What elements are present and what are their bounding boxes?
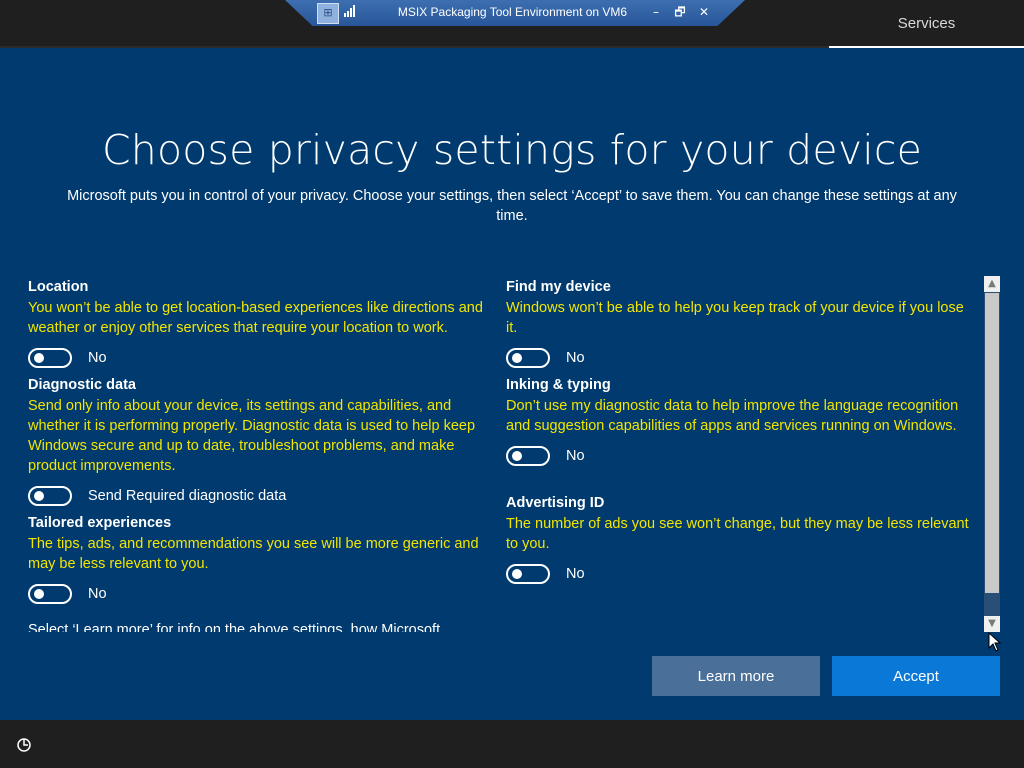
diagnostic-data-toggle[interactable] [28,486,72,506]
toggle-label: No [566,566,585,582]
learn-more-info-text: Select ‘Learn more’ for info on the abov… [28,622,441,632]
toggle-label: No [88,350,107,366]
tailored-experiences-toggle[interactable] [28,584,72,604]
inking-typing-toggle[interactable] [506,446,550,466]
find-my-device-toggle[interactable] [506,348,550,368]
setting-description: The number of ads you see won’t change, … [506,516,969,552]
scrollbar-thumb[interactable] [985,293,999,593]
advertising-id-toggle[interactable] [506,564,550,584]
setting-tailored-experiences: Tailored experiences The tips, ads, and … [28,512,498,608]
close-button[interactable]: ✕ [695,3,713,21]
toggle-label: No [88,586,107,602]
settings-panel: Location You won’t be able to get locati… [28,276,984,632]
setting-diagnostic-data: Diagnostic data Send only info about you… [28,374,498,510]
setting-title: Inking & typing [506,377,611,393]
setting-advertising-id: Advertising ID The number of ads you see… [506,492,976,588]
services-tab[interactable]: Services [829,0,1024,48]
setting-title: Tailored experiences [28,515,172,531]
setting-title: Advertising ID [506,495,605,511]
setting-description: Send only info about your device, its se… [28,398,476,474]
pin-icon[interactable]: ⊞ [317,3,339,24]
mouse-cursor-icon [988,632,1002,652]
toggle-label: No [566,448,585,464]
settings-column-right: Find my device Windows won’t be able to … [506,276,976,588]
learn-more-button[interactable]: Learn more [652,656,820,696]
settings-column-left: Location You won’t be able to get locati… [28,276,498,608]
setting-find-my-device: Find my device Windows won’t be able to … [506,276,976,372]
toggle-label: Send Required diagnostic data [88,488,287,504]
setting-title: Find my device [506,279,611,295]
accept-button[interactable]: Accept [832,656,1000,696]
setting-title: Location [28,279,89,295]
ease-of-access-icon[interactable] [15,736,33,754]
settings-scrollbar[interactable]: ▲ ▼ [984,276,1000,632]
minimize-button[interactable]: – [647,3,665,21]
bottom-bar [0,720,1024,768]
setting-description: The tips, ads, and recommendations you s… [28,536,479,572]
scroll-down-icon[interactable]: ▼ [984,616,1000,632]
setting-description: You won’t be able to get location-based … [28,300,483,336]
setting-location: Location You won’t be able to get locati… [28,276,498,372]
vm-connection-bar: ⊞ MSIX Packaging Tool Environment on VM6… [285,0,745,26]
vm-title: MSIX Packaging Tool Environment on VM6 [397,5,628,19]
setting-inking-typing: Inking & typing Don’t use my diagnostic … [506,374,976,470]
restore-button[interactable]: 🗗 [671,3,689,21]
page-title: Choose privacy settings for your device [101,126,923,174]
scroll-up-icon[interactable]: ▲ [984,276,1000,292]
location-toggle[interactable] [28,348,72,368]
setting-title: Diagnostic data [28,377,136,393]
toggle-label: No [566,350,585,366]
setting-description: Windows won’t be able to help you keep t… [506,300,964,336]
setting-description: Don’t use my diagnostic data to help imp… [506,398,959,434]
page-subtitle: Microsoft puts you in control of your pr… [67,188,957,224]
signal-bars-icon [344,5,355,17]
